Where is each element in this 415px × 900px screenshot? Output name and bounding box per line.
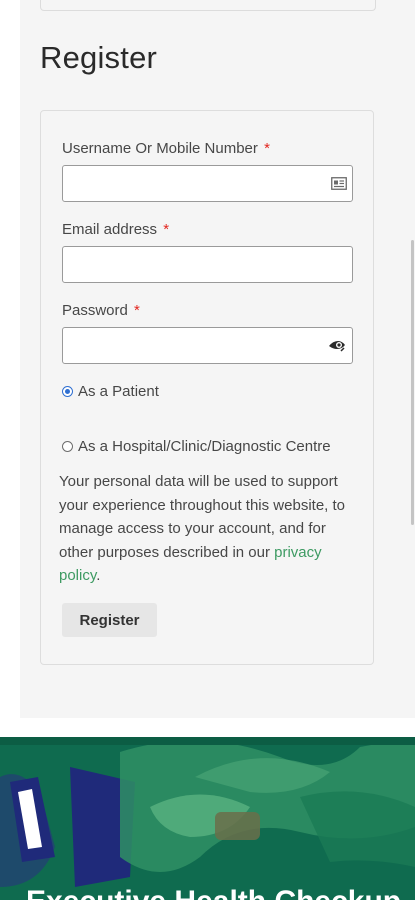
required-mark: * — [163, 221, 170, 238]
scrollbar[interactable] — [411, 240, 414, 525]
hospital-radio-option[interactable]: As a Hospital/Clinic/Diagnostic Centre — [62, 438, 331, 455]
username-label: Username Or Mobile Number * — [62, 140, 270, 157]
banner-image — [0, 737, 415, 900]
email-input[interactable] — [62, 246, 353, 283]
register-button[interactable]: Register — [62, 603, 157, 637]
patient-radio[interactable] — [62, 386, 73, 397]
email-label: Email address * — [62, 221, 169, 238]
password-reveal-icon[interactable] — [328, 336, 346, 354]
privacy-end: . — [96, 567, 101, 584]
password-label-text: Password — [62, 302, 128, 319]
patient-radio-option[interactable]: As a Patient — [62, 383, 159, 400]
required-mark: * — [134, 302, 140, 319]
privacy-notice: Your personal data will be used to suppo… — [59, 470, 364, 588]
required-mark: * — [264, 140, 270, 157]
contact-card-icon[interactable] — [330, 174, 348, 192]
previous-form-box — [40, 0, 376, 11]
executive-checkup-banner[interactable]: Executive Health Checkup — [0, 737, 415, 900]
hospital-radio-label: As a Hospital/Clinic/Diagnostic Centre — [78, 438, 331, 455]
password-label: Password * — [62, 302, 140, 319]
email-label-text: Email address — [62, 221, 158, 238]
username-label-text: Username Or Mobile Number — [62, 140, 258, 157]
page-title: Register — [40, 40, 158, 75]
password-input[interactable] — [62, 327, 353, 364]
banner-title: Executive Health Checkup — [26, 885, 401, 900]
hospital-radio[interactable] — [62, 441, 73, 452]
patient-radio-label: As a Patient — [78, 383, 159, 400]
username-input[interactable] — [62, 165, 353, 202]
